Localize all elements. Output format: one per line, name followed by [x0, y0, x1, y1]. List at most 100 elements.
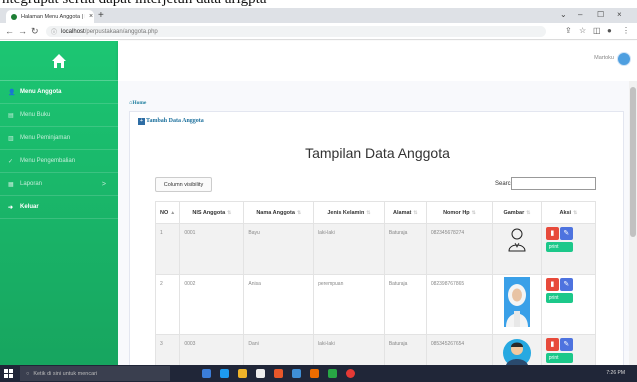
add-member-label: Tambah Data Anggota: [146, 118, 204, 124]
member-table: NO ▲ NIS Anggota ⇅ Nama Anggota ⇅ Jenis Kel…: [154, 201, 597, 375]
sidepanel-icon[interactable]: ◫: [593, 26, 601, 35]
cell-nis: 0002: [179, 274, 245, 335]
trash-icon: ▮: [550, 341, 555, 348]
cell-nomor-hp: 082345678274: [425, 223, 494, 275]
sidebar-brand[interactable]: [0, 41, 118, 81]
trash-icon: ▮: [550, 230, 555, 237]
edit-button[interactable]: ✎: [559, 278, 573, 291]
sidebar-item-label: Menu Peminjaman: [20, 135, 71, 141]
clock[interactable]: 7:26 PM: [606, 370, 625, 376]
column-header-nis[interactable]: NIS Anggota ⇅: [179, 201, 245, 224]
sidebar-item-menu-peminjaman[interactable]: ▥ Menu Peminjaman: [0, 127, 118, 150]
column-header-nomor-hp[interactable]: Nomor Hp ⇅: [425, 201, 494, 224]
reload-icon[interactable]: ↻: [31, 26, 39, 37]
office-icon[interactable]: [274, 369, 283, 378]
browser-tab[interactable]: Halaman Menu Anggota | MAN ×: [6, 10, 94, 23]
avatar[interactable]: [617, 52, 631, 66]
edit-button[interactable]: ✎: [559, 338, 573, 351]
delete-button[interactable]: ▮: [545, 227, 559, 240]
member-photo-line-avatar: [508, 228, 526, 252]
column-header-nama[interactable]: Nama Anggota ⇅: [243, 201, 315, 224]
edit-icon: ✎: [563, 281, 570, 288]
tab-close-icon[interactable]: ×: [89, 13, 93, 20]
book-open-icon: ▥: [8, 135, 14, 142]
breadcrumb[interactable]: ⌂Home: [129, 100, 146, 106]
edit-icon: ✎: [563, 341, 570, 348]
add-member-link[interactable]: + Tambah Data Anggota: [138, 118, 204, 125]
topbar: Martoku: [118, 41, 637, 81]
print-label: print: [548, 355, 559, 361]
app-green-icon[interactable]: [328, 369, 337, 378]
taskbar-search[interactable]: ○ Ketik di sini untuk mencari: [20, 366, 170, 381]
member-photo-hijab: [503, 277, 530, 327]
cell-no: 1: [154, 223, 181, 275]
back-icon[interactable]: ←: [5, 26, 14, 36]
print-label: print: [548, 244, 559, 250]
bookmark-star-icon[interactable]: ☆: [579, 26, 586, 35]
sidebar-item-label: Menu Pengembalian: [20, 158, 76, 164]
sidebar-item-laporan[interactable]: ▦ Laporan >: [0, 173, 118, 196]
url-path: /perpustakaan/anggota.php: [84, 28, 158, 35]
column-header-jenis-kelamin[interactable]: Jenis Kelamin ⇅: [313, 201, 385, 224]
info-icon: ⓘ: [51, 30, 58, 36]
browser-tab-bar: Halaman Menu Anggota | MAN × + ⌄ – ☐ ×: [0, 8, 637, 23]
url-host: localhost: [61, 28, 85, 35]
sidebar-item-label: Menu Anggota: [20, 89, 62, 95]
maximize-button[interactable]: ☐: [597, 10, 604, 19]
trash-icon: ▮: [550, 281, 555, 288]
column-visibility-button[interactable]: Column visibility: [155, 177, 212, 192]
cell-aksi: ▮ ✎ print: [540, 274, 597, 335]
task-view-icon[interactable]: [202, 369, 211, 378]
menu-dots-icon[interactable]: ⋮: [622, 26, 630, 35]
print-button[interactable]: print: [545, 293, 573, 303]
tab-search-icon[interactable]: ⌄: [560, 10, 567, 19]
mail-icon[interactable]: [292, 369, 301, 378]
cell-alamat: Baturaja: [383, 274, 427, 335]
app-orange-icon[interactable]: [310, 369, 319, 378]
cell-nama: Bayu: [243, 223, 315, 275]
minimize-button[interactable]: –: [578, 10, 582, 19]
cell-no: 2: [154, 274, 181, 335]
tab-title: Halaman Menu Anggota | MAN: [21, 13, 85, 20]
print-button[interactable]: print: [545, 242, 573, 252]
url-input[interactable]: ⓘ localhost /perpustakaan/anggota.php: [46, 26, 546, 37]
windows-taskbar: ○ Ketik di sini untuk mencari 7:26 PM: [0, 365, 637, 382]
check-icon: ✓: [8, 158, 14, 165]
new-tab-button[interactable]: +: [98, 10, 104, 21]
edge-icon[interactable]: [220, 369, 229, 378]
home-icon: [52, 53, 66, 68]
cell-alamat: Baturaja: [383, 223, 427, 275]
share-icon[interactable]: ⇪: [565, 26, 572, 35]
column-header-no[interactable]: NO ▲: [154, 201, 181, 224]
sidebar-item-menu-pengembalian[interactable]: ✓ Menu Pengembalian: [0, 150, 118, 173]
column-header-aksi[interactable]: Aksi ⇅: [540, 201, 597, 224]
column-header-alamat[interactable]: Alamat ⇅: [383, 201, 427, 224]
data-card: + Tambah Data Anggota Tampilan Data Anggo…: [129, 111, 624, 375]
windows-start-icon[interactable]: [4, 369, 13, 378]
page-scrollbar[interactable]: [629, 81, 637, 365]
address-bar: ← → ↻ ⓘ localhost /perpustakaan/anggota.…: [0, 23, 637, 40]
file-explorer-icon[interactable]: [238, 369, 247, 378]
delete-button[interactable]: ▮: [545, 338, 559, 351]
scrollbar-thumb[interactable]: [630, 87, 636, 237]
delete-button[interactable]: ▮: [545, 278, 559, 291]
sidebar-item-menu-anggota[interactable]: 👤 Menu Anggota: [0, 81, 118, 104]
column-header-gambar[interactable]: Gambar ⇅: [492, 201, 542, 224]
edit-button[interactable]: ✎: [559, 227, 573, 240]
cell-nomor-hp: 082398767865: [425, 274, 494, 335]
page-top-text: ntegrupat sertia dapat interjetun data a…: [0, 0, 637, 8]
print-label: print: [548, 295, 559, 301]
search-input[interactable]: [511, 177, 596, 190]
close-window-button[interactable]: ×: [617, 10, 622, 19]
profile-icon[interactable]: ●: [607, 26, 612, 35]
sidebar-item-keluar[interactable]: ➜ Keluar: [0, 196, 118, 219]
user-name[interactable]: Martoku: [594, 55, 614, 61]
store-icon[interactable]: [256, 369, 265, 378]
forward-icon[interactable]: →: [18, 26, 27, 36]
sidebar-item-menu-buku[interactable]: ▤ Menu Buku: [0, 104, 118, 127]
report-icon: ▦: [8, 181, 14, 188]
chrome-icon[interactable]: [346, 369, 355, 378]
cell-nis: 0001: [179, 223, 245, 275]
print-button[interactable]: print: [545, 353, 573, 363]
sidebar-item-label: Laporan: [20, 181, 43, 187]
